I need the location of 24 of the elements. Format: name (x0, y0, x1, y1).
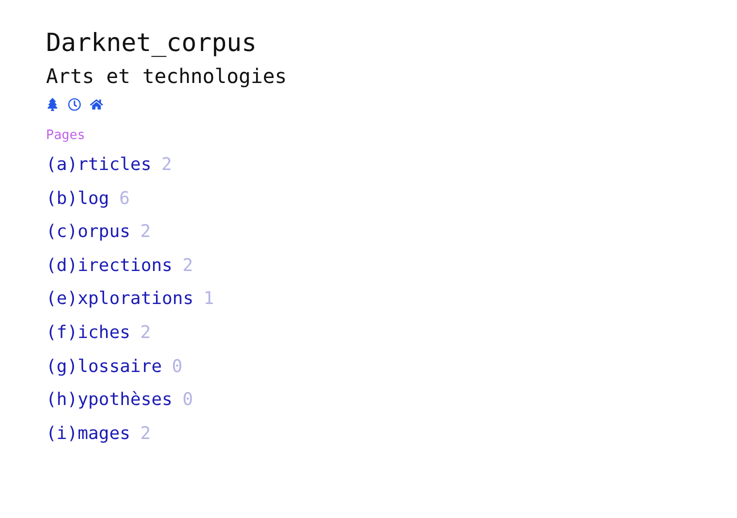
page-link[interactable]: (b)log (46, 182, 110, 216)
page-link[interactable]: (i)mages (46, 418, 130, 452)
site-title: Darknet_corpus (46, 27, 258, 59)
page-count: 0 (172, 356, 182, 379)
page-link[interactable]: (a)rticles (46, 149, 152, 183)
tree-icon[interactable] (46, 98, 59, 111)
page-link[interactable]: (f)iches (46, 316, 130, 351)
clock-icon[interactable] (68, 98, 81, 111)
page-link[interactable]: (e)xplorations (46, 283, 194, 317)
page-count: 2 (140, 221, 151, 244)
page-count: 1 (204, 288, 214, 312)
page-count: 2 (140, 422, 151, 446)
site-subtitle: Arts et technologies (46, 63, 288, 90)
page-link[interactable]: (d)irections (46, 250, 172, 284)
page-count: 2 (161, 154, 172, 177)
page-link[interactable]: (h)ypothèses (46, 384, 172, 418)
page-count: 6 (119, 188, 130, 211)
page-count: 2 (140, 322, 151, 345)
home-icon[interactable] (90, 98, 103, 111)
page-count: 0 (182, 389, 193, 412)
page-link[interactable]: (g)lossaire (46, 350, 162, 384)
page-link[interactable]: (c)orpus (46, 216, 130, 250)
page-count: 2 (182, 254, 193, 278)
section-heading: Pages (46, 127, 86, 145)
